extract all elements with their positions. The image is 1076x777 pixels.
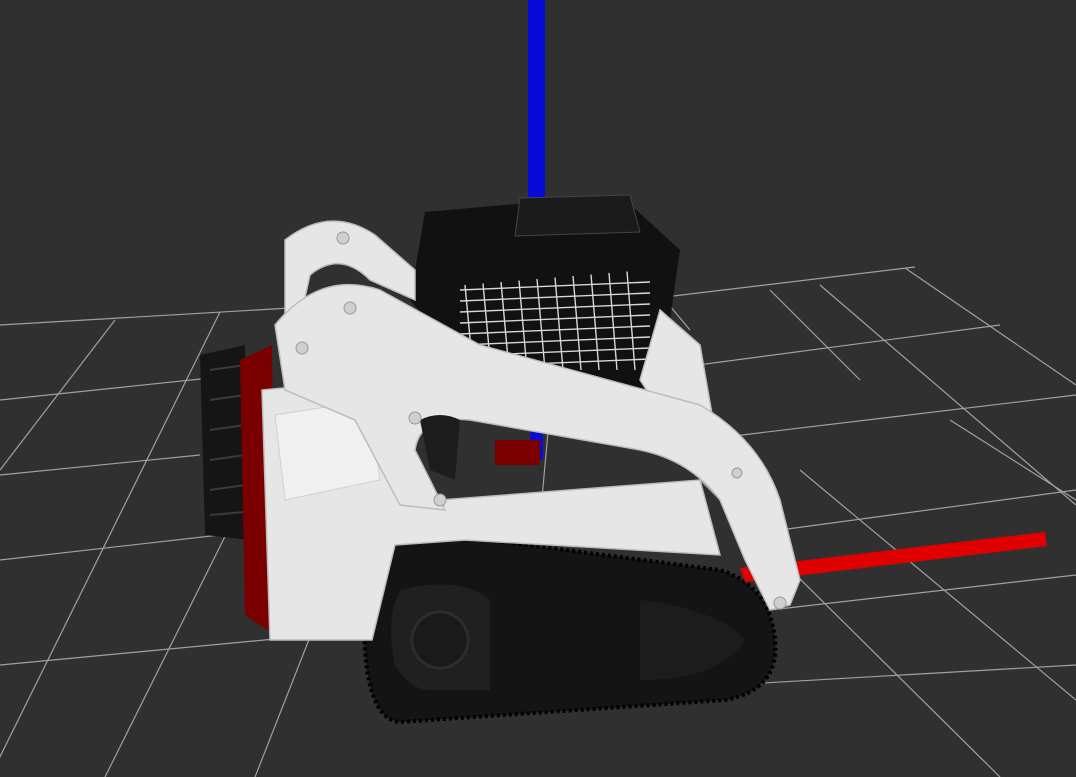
render-scene[interactable]: [0, 0, 1076, 777]
track-assembly: [362, 532, 778, 725]
3d-viewport[interactable]: [0, 0, 1076, 777]
rear-grille: [200, 345, 275, 635]
